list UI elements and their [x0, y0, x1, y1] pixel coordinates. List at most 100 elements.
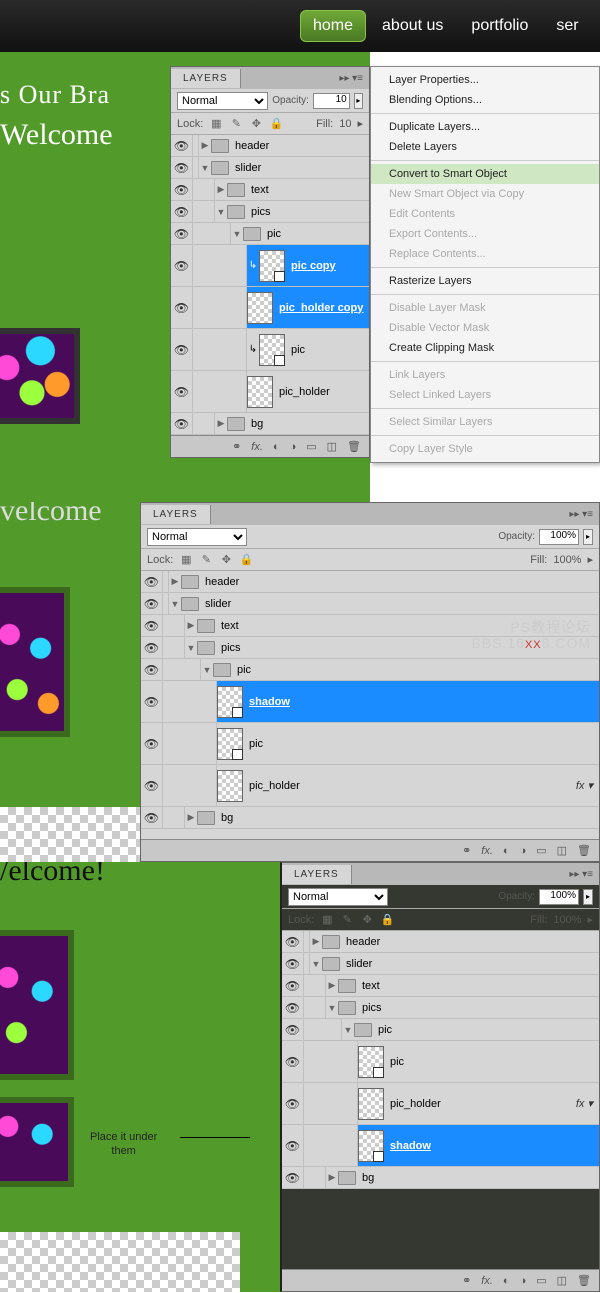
lock-transparent-icon[interactable]: ▦ — [209, 117, 223, 131]
visibility-icon[interactable]: 👁 — [282, 931, 304, 952]
lock-move-icon[interactable]: ✥ — [219, 553, 233, 567]
layer-row[interactable]: 👁▶header — [141, 571, 599, 593]
nav-item-home[interactable]: home — [300, 10, 366, 42]
layer-name[interactable]: pic_holder copy — [273, 302, 363, 314]
mask-icon[interactable]: ◐ — [503, 1275, 510, 1287]
visibility-icon[interactable]: 👁 — [282, 1083, 304, 1124]
layer-row[interactable]: 👁▶text — [282, 975, 599, 997]
layer-name[interactable]: pic — [261, 228, 281, 240]
visibility-icon[interactable]: 👁 — [141, 723, 163, 764]
layer-thumbnail[interactable] — [358, 1046, 384, 1078]
visibility-icon[interactable]: 👁 — [282, 1041, 304, 1082]
menu-item[interactable]: Rasterize Layers — [371, 271, 599, 291]
layer-name[interactable]: pic — [372, 1024, 392, 1036]
fill-arrow-icon[interactable]: ▸ — [587, 913, 593, 926]
layer-name[interactable]: pics — [356, 1002, 382, 1014]
expand-icon[interactable]: ▼ — [231, 229, 243, 239]
layer-name[interactable]: pic_holder — [273, 386, 330, 398]
menu-item[interactable]: Convert to Smart Object — [371, 164, 599, 184]
opacity-arrow-icon[interactable]: ▸ — [583, 529, 593, 545]
mask-icon[interactable]: ◐ — [273, 441, 280, 453]
layer-thumbnail[interactable] — [247, 376, 273, 408]
fx-icon[interactable]: fx. — [251, 441, 263, 453]
visibility-icon[interactable]: 👁 — [141, 637, 163, 658]
nav-item-about-us[interactable]: about us — [370, 11, 455, 41]
layer-name[interactable]: shadow — [384, 1140, 431, 1152]
mask-icon[interactable]: ◐ — [503, 845, 510, 857]
layer-row[interactable]: 👁▼pic — [171, 223, 369, 245]
expand-icon[interactable]: ▶ — [215, 184, 227, 195]
layer-row[interactable]: 👁▼slider — [171, 157, 369, 179]
layer-name[interactable]: slider — [199, 598, 231, 610]
new-group-icon[interactable]: ▭ — [536, 844, 546, 857]
visibility-icon[interactable]: 👁 — [171, 245, 193, 286]
layer-name[interactable]: bg — [245, 418, 263, 430]
visibility-icon[interactable]: 👁 — [282, 1125, 304, 1166]
layer-row[interactable]: 👁▶text — [171, 179, 369, 201]
lock-paint-icon[interactable]: ✎ — [229, 117, 243, 131]
opacity-arrow-icon[interactable]: ▸ — [354, 93, 363, 109]
visibility-icon[interactable]: 👁 — [282, 1167, 304, 1188]
layer-name[interactable]: slider — [229, 162, 261, 174]
layer-row[interactable]: 👁↳pic — [171, 329, 369, 371]
expand-icon[interactable]: ▶ — [326, 1172, 338, 1183]
lock-all-icon[interactable]: 🔒 — [269, 117, 283, 131]
new-layer-icon[interactable]: ◫ — [327, 440, 337, 453]
fx-icon[interactable]: fx. — [481, 845, 493, 857]
adjust-icon[interactable]: ◑ — [520, 845, 527, 857]
layer-thumbnail[interactable] — [259, 334, 285, 366]
lock-paint-icon[interactable]: ✎ — [340, 913, 354, 927]
fill-input[interactable]: 10 — [339, 118, 351, 130]
layer-name[interactable]: pic — [384, 1056, 404, 1068]
layer-thumbnail[interactable] — [217, 728, 243, 760]
layer-name[interactable]: pic — [243, 738, 263, 750]
layer-thumbnail[interactable] — [217, 686, 243, 718]
layer-thumbnail[interactable] — [247, 292, 273, 324]
visibility-icon[interactable]: 👁 — [141, 659, 163, 680]
visibility-icon[interactable]: 👁 — [171, 371, 193, 412]
layer-row[interactable]: 👁 pic_holder copy — [171, 287, 369, 329]
visibility-icon[interactable]: 👁 — [282, 1019, 304, 1040]
layer-name[interactable]: pic_holder — [243, 780, 300, 792]
layer-row[interactable]: 👁 pic — [282, 1041, 599, 1083]
visibility-icon[interactable]: 👁 — [171, 201, 193, 222]
visibility-icon[interactable]: 👁 — [171, 179, 193, 200]
layer-row[interactable]: 👁▶header — [171, 135, 369, 157]
fill-arrow-icon[interactable]: ▸ — [587, 553, 593, 566]
layer-row[interactable]: 👁▶bg — [282, 1167, 599, 1189]
visibility-icon[interactable]: 👁 — [171, 157, 193, 178]
layer-row[interactable]: 👁▼pics — [282, 997, 599, 1019]
panel-menu-icon[interactable]: ▸▸ ▾≡ — [563, 865, 599, 884]
layer-row[interactable]: 👁▶bg — [171, 413, 369, 435]
adjust-icon[interactable]: ◑ — [290, 441, 297, 453]
new-layer-icon[interactable]: ◫ — [557, 1274, 567, 1287]
layer-row[interactable]: 👁pic_holderfx ▾ — [282, 1083, 599, 1125]
layer-row[interactable]: 👁 pic_holder — [171, 371, 369, 413]
visibility-icon[interactable]: 👁 — [171, 287, 193, 328]
link-icon[interactable]: ⚭ — [462, 1274, 471, 1287]
layer-row[interactable]: 👁▶header — [282, 931, 599, 953]
expand-icon[interactable]: ▶ — [185, 812, 197, 823]
link-icon[interactable]: ⚭ — [462, 844, 471, 857]
layer-thumbnail[interactable] — [358, 1130, 384, 1162]
visibility-icon[interactable]: 👁 — [282, 953, 304, 974]
expand-icon[interactable]: ▼ — [169, 599, 181, 609]
menu-item[interactable]: Create Clipping Mask — [371, 338, 599, 358]
lock-all-icon[interactable]: 🔒 — [239, 553, 253, 567]
layer-row[interactable]: 👁 shadow — [282, 1125, 599, 1167]
fill-arrow-icon[interactable]: ▸ — [357, 117, 363, 130]
lock-all-icon[interactable]: 🔒 — [380, 913, 394, 927]
visibility-icon[interactable]: 👁 — [141, 807, 163, 828]
expand-icon[interactable]: ▶ — [169, 576, 181, 587]
lock-paint-icon[interactable]: ✎ — [199, 553, 213, 567]
visibility-icon[interactable]: 👁 — [171, 413, 193, 434]
lock-transparent-icon[interactable]: ▦ — [320, 913, 334, 927]
link-icon[interactable]: ⚭ — [232, 440, 241, 453]
layer-row[interactable]: 👁▶bg — [141, 807, 599, 829]
opacity-input[interactable]: 100% — [539, 529, 579, 545]
layer-name[interactable]: pics — [245, 206, 271, 218]
expand-icon[interactable]: ▼ — [342, 1025, 354, 1035]
lock-move-icon[interactable]: ✥ — [249, 117, 263, 131]
layer-name[interactable]: pic — [285, 344, 305, 356]
layer-thumbnail[interactable] — [259, 250, 285, 282]
